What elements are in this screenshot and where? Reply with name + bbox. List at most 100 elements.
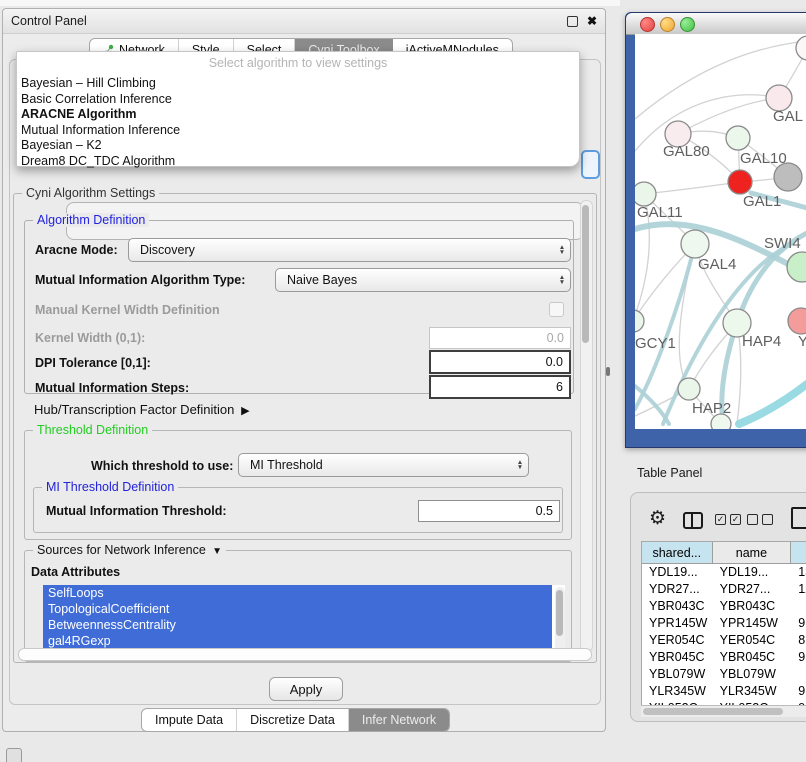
node-attribute-table: shared...name YDL19...YDL19...13YDR27...… bbox=[641, 541, 806, 707]
unchecked-box-icon bbox=[747, 514, 758, 525]
mi-type-label: Mutual Information Algorithm Type: bbox=[35, 273, 245, 287]
table-cell: YDR27... bbox=[713, 581, 792, 598]
mi-algorithm-type-combobox[interactable]: Naive Bayes ▲▼ bbox=[275, 268, 571, 292]
dpi-tolerance-field[interactable] bbox=[429, 350, 571, 374]
network-view-window: GALGAL80GAL10GAL1GAL11GAL4SWI4GCY1HAP4YH… bbox=[625, 12, 806, 448]
close-window-icon[interactable] bbox=[640, 17, 655, 32]
table-cell: 13 bbox=[791, 564, 806, 581]
mi-steps-label: Mutual Information Steps: bbox=[35, 381, 189, 395]
expand-right-icon[interactable]: ▶ bbox=[238, 405, 250, 417]
table-cell: YDL19... bbox=[642, 564, 713, 581]
settings-vertical-scrollbar[interactable] bbox=[580, 200, 593, 652]
table-body: YDL19...YDL19...13YDR27...YDR27...12YBR0… bbox=[642, 564, 806, 707]
table-row[interactable]: YDR27...YDR27...12 bbox=[642, 581, 806, 598]
deselect-all-columns-icon[interactable] bbox=[747, 514, 773, 525]
list-scrollbar-thumb[interactable] bbox=[556, 590, 563, 636]
algorithm-option[interactable]: Bayesian – K2 bbox=[21, 138, 575, 154]
select-all-columns-icon[interactable]: ✓ ✓ bbox=[715, 514, 741, 525]
kernel-width-field[interactable] bbox=[429, 327, 571, 349]
attribute-list-item[interactable]: gal4RGexp bbox=[43, 633, 552, 649]
node-label: HAP2 bbox=[692, 400, 731, 417]
dpi-tolerance-label: DPI Tolerance [0,1]: bbox=[35, 356, 151, 370]
algorithm-option[interactable]: ARACNE Algorithm bbox=[21, 107, 575, 123]
network-node-gal1[interactable] bbox=[728, 170, 752, 194]
algorithm-option[interactable]: Mutual Information Inference bbox=[21, 123, 575, 139]
close-panel-icon[interactable]: ✖ bbox=[587, 9, 597, 33]
manual-kernel-checkbox[interactable] bbox=[549, 302, 564, 317]
table-hscroll-thumb[interactable] bbox=[643, 708, 783, 715]
group-title: Algorithm Definition bbox=[33, 213, 149, 227]
tab-discretize-data[interactable]: Discretize Data bbox=[237, 709, 349, 731]
network-node-gal11[interactable] bbox=[635, 182, 656, 206]
network-node[interactable] bbox=[774, 163, 802, 191]
network-node-gcy1[interactable] bbox=[635, 310, 644, 332]
mi-steps-field[interactable] bbox=[429, 375, 571, 399]
stepper-arrows-icon: ▲▼ bbox=[554, 275, 570, 285]
table-row[interactable]: YBR045CYBR045C9. bbox=[642, 649, 806, 666]
table-horizontal-scrollbar[interactable] bbox=[641, 705, 806, 717]
table-row[interactable]: YER054CYER054C8. bbox=[642, 632, 806, 649]
data-attributes-list[interactable]: SelfLoopsTopologicalCoefficientBetweenne… bbox=[43, 585, 565, 655]
attribute-list-item[interactable]: BetweennessCentrality bbox=[43, 617, 552, 633]
attribute-list-item[interactable]: SelfLoops bbox=[43, 585, 552, 601]
show-columns-icon[interactable] bbox=[683, 512, 703, 529]
stepper-arrows-icon: ▲▼ bbox=[512, 460, 528, 470]
kernel-width-label: Kernel Width (0,1): bbox=[35, 331, 145, 345]
algorithm-option[interactable]: Basic Correlation Inference bbox=[21, 92, 575, 108]
table-cell: 9. bbox=[791, 649, 806, 666]
table-panel-titlebar: Table Panel bbox=[625, 460, 806, 486]
table-cell: YBR045C bbox=[713, 649, 792, 666]
apply-button[interactable]: Apply bbox=[269, 677, 343, 701]
sources-group-title: Sources for Network Inference ▼ bbox=[33, 543, 226, 557]
zoom-window-icon[interactable] bbox=[680, 17, 695, 32]
table-row[interactable]: YDL19...YDL19...13 bbox=[642, 564, 806, 581]
table-row[interactable]: YPR145WYPR145W9. bbox=[642, 615, 806, 632]
network-node[interactable] bbox=[796, 36, 806, 60]
table-cell: 9. bbox=[791, 683, 806, 700]
node-label: Y bbox=[798, 333, 806, 350]
network-edge bbox=[635, 386, 669, 424]
algorithm-option[interactable]: Dream8 DC_TDC Algorithm bbox=[21, 154, 575, 170]
column-header[interactable]: name bbox=[713, 542, 792, 563]
tab-infer-network[interactable]: Infer Network bbox=[349, 709, 449, 731]
collapsed-panel-icon[interactable] bbox=[6, 748, 22, 762]
new-table-icon[interactable] bbox=[791, 507, 806, 529]
network-node-gal10[interactable] bbox=[726, 126, 750, 150]
node-label: GAL10 bbox=[740, 150, 787, 167]
column-header[interactable] bbox=[791, 542, 806, 563]
unchecked-box-icon bbox=[762, 514, 773, 525]
network-canvas[interactable]: GALGAL80GAL10GAL1GAL11GAL4SWI4GCY1HAP4YH… bbox=[635, 34, 806, 429]
column-header[interactable]: shared... bbox=[642, 542, 713, 563]
table-header-row: shared...name bbox=[642, 542, 806, 564]
network-node-y[interactable] bbox=[788, 308, 806, 334]
attribute-list-item[interactable]: TopologicalCoefficient bbox=[43, 601, 552, 617]
mi-threshold-field[interactable] bbox=[418, 500, 560, 522]
panel-splitter-handle[interactable] bbox=[606, 367, 610, 376]
aracne-mode-combobox[interactable]: Discovery ▲▼ bbox=[128, 238, 571, 262]
scrollbar-thumb[interactable] bbox=[582, 205, 589, 343]
list-scrollbar[interactable] bbox=[555, 587, 565, 651]
table-cell: YBL079W bbox=[642, 666, 713, 683]
float-window-icon[interactable] bbox=[567, 16, 578, 27]
network-node-hap2[interactable] bbox=[678, 378, 700, 400]
node-label: GAL1 bbox=[743, 193, 781, 210]
which-threshold-combobox[interactable]: MI Threshold ▲▼ bbox=[238, 453, 529, 477]
gear-icon[interactable]: ⚙ bbox=[649, 509, 666, 529]
table-row[interactable]: YBR043CYBR043C bbox=[642, 598, 806, 615]
minimize-window-icon[interactable] bbox=[660, 17, 675, 32]
manual-kernel-label: Manual Kernel Width Definition bbox=[35, 303, 220, 317]
settings-horizontal-scrollbar[interactable] bbox=[18, 648, 592, 661]
table-cell: YDR27... bbox=[642, 581, 713, 598]
network-node-swi4[interactable] bbox=[787, 252, 806, 282]
network-window-titlebar[interactable] bbox=[626, 13, 806, 35]
table-row[interactable]: YLR345WYLR345W9. bbox=[642, 683, 806, 700]
table-cell: YBR043C bbox=[713, 598, 792, 615]
hub-definition-disclosure[interactable]: Hub/Transcription Factor Definition ▶ bbox=[34, 402, 250, 417]
collapse-down-icon[interactable]: ▼ bbox=[209, 546, 222, 557]
algorithm-option[interactable]: Bayesian – Hill Climbing bbox=[21, 76, 575, 92]
tab-impute-data[interactable]: Impute Data bbox=[142, 709, 237, 731]
table-cell: 9. bbox=[791, 615, 806, 632]
table-row[interactable]: YBL079WYBL079W bbox=[642, 666, 806, 683]
network-node-gal4[interactable] bbox=[681, 230, 709, 258]
mi-threshold-label: Mutual Information Threshold: bbox=[46, 504, 227, 518]
